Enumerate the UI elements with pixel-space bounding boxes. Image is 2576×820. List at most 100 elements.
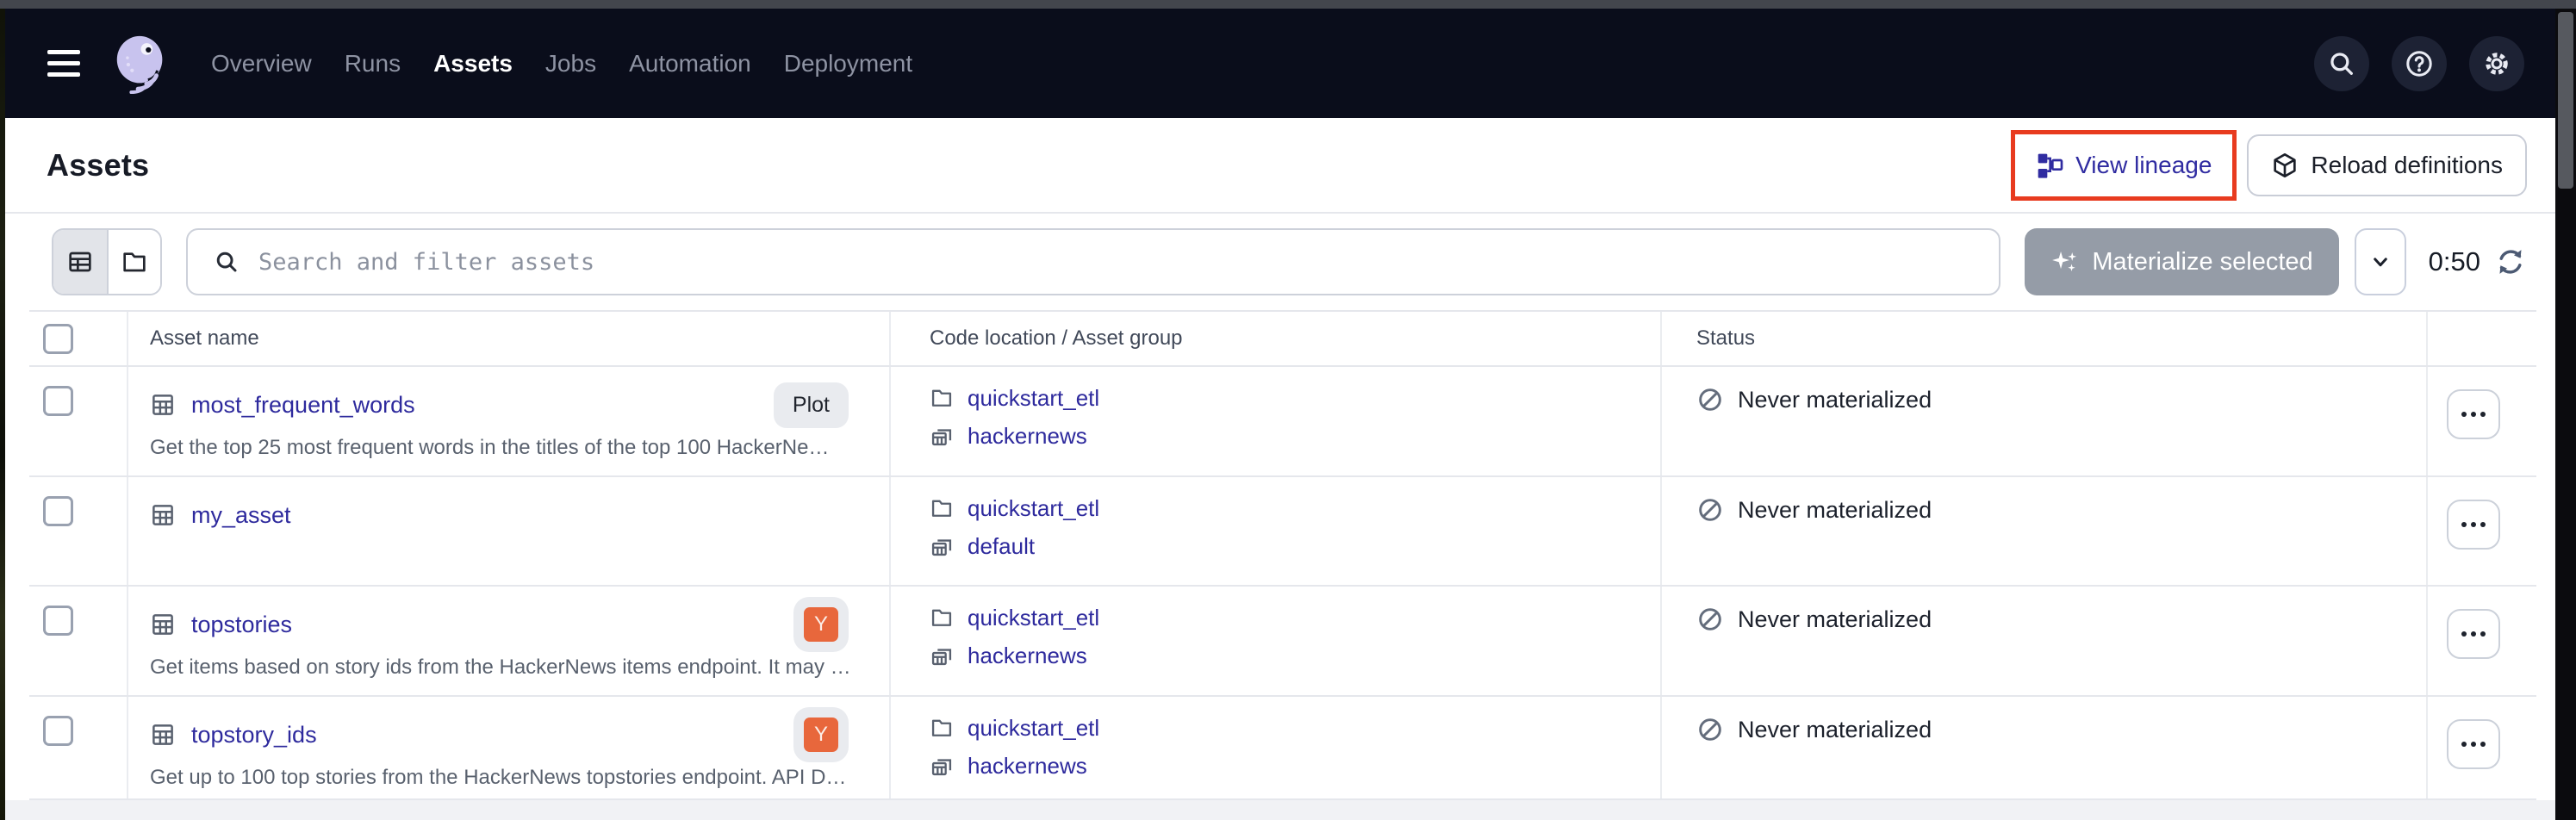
code-location-link[interactable]: quickstart_etl — [968, 605, 1099, 631]
page-scrollbar[interactable] — [2555, 9, 2576, 820]
assets-table: Asset name Code location / Asset group S… — [29, 310, 2536, 800]
desktop-edge-sliver — [0, 9, 5, 820]
materialize-selected-label: Materialize selected — [2092, 248, 2312, 276]
nav-item-runs[interactable]: Runs — [345, 50, 401, 78]
assets-toolbar: Materialize selected 0:50 — [0, 214, 2555, 310]
row-checkbox[interactable] — [43, 496, 73, 526]
navbar-actions — [2314, 36, 2524, 91]
row-menu-button[interactable] — [2447, 719, 2500, 769]
asset-table-icon — [150, 612, 176, 637]
asset-description: Get up to 100 top stories from the Hacke… — [150, 766, 889, 790]
column-header-code-location: Code location / Asset group — [891, 312, 1662, 365]
search-icon[interactable] — [2314, 36, 2369, 91]
table-row: my_asset quickstart_etl default — [29, 477, 2536, 587]
sparkle-icon — [2050, 248, 2080, 276]
row-checkbox[interactable] — [43, 386, 73, 416]
page-title: Assets — [47, 147, 149, 183]
asset-group-icon — [930, 643, 954, 668]
scrollbar-thumb[interactable] — [2558, 12, 2573, 189]
asset-name-link[interactable]: topstories — [191, 612, 292, 638]
nav-item-assets[interactable]: Assets — [433, 50, 513, 78]
folder-icon — [930, 496, 954, 520]
nav-item-automation[interactable]: Automation — [629, 50, 751, 78]
asset-group-link[interactable]: hackernews — [968, 643, 1087, 669]
hamburger-menu-icon[interactable] — [47, 50, 80, 77]
code-location-link[interactable]: quickstart_etl — [968, 385, 1099, 412]
asset-table-icon — [150, 502, 176, 528]
code-location-cube-icon — [2271, 152, 2299, 179]
asset-group-link[interactable]: hackernews — [968, 753, 1087, 780]
never-materialized-icon — [1696, 386, 1724, 413]
status-text: Never materialized — [1738, 606, 1932, 633]
page-header: Assets View lineage — [0, 118, 2555, 214]
asset-group-link[interactable]: hackernews — [968, 423, 1087, 450]
content-area: Assets View lineage — [0, 118, 2555, 820]
folder-icon — [930, 606, 954, 630]
status-text: Never materialized — [1738, 387, 1932, 413]
row-checkbox[interactable] — [43, 606, 73, 636]
folder-icon — [930, 386, 954, 410]
top-navbar: Overview Runs Assets Jobs Automation Dep… — [0, 9, 2555, 118]
asset-name-link[interactable]: topstory_ids — [191, 722, 317, 749]
folder-icon — [930, 716, 954, 740]
table-footer-strip — [0, 800, 2555, 820]
asset-table-icon — [150, 722, 176, 748]
code-location-link[interactable]: quickstart_etl — [968, 715, 1099, 742]
nav-item-overview[interactable]: Overview — [211, 50, 312, 78]
table-view-icon — [66, 248, 94, 276]
never-materialized-icon — [1696, 716, 1724, 743]
view-mode-toggle — [52, 228, 162, 295]
table-row: most_frequent_words Plot Get the top 25 … — [29, 367, 2536, 477]
asset-description: Get items based on story ids from the Ha… — [150, 655, 889, 680]
help-icon[interactable] — [2392, 36, 2447, 91]
table-row: topstories Y Get items based on story id… — [29, 587, 2536, 697]
asset-group-icon — [930, 754, 954, 778]
row-menu-button[interactable] — [2447, 389, 2500, 439]
compute-kind-badge: Plot — [774, 382, 849, 428]
status-text: Never materialized — [1738, 497, 1932, 524]
never-materialized-icon — [1696, 496, 1724, 524]
main-nav: Overview Runs Assets Jobs Automation Dep… — [211, 50, 912, 78]
row-checkbox[interactable] — [43, 716, 73, 746]
materialize-options-button[interactable] — [2355, 228, 2406, 295]
lineage-graph-icon — [2036, 152, 2063, 179]
view-lineage-label: View lineage — [2075, 152, 2212, 179]
status-text: Never materialized — [1738, 717, 1932, 743]
refresh-countdown: 0:50 — [2429, 246, 2480, 277]
select-all-checkbox[interactable] — [43, 324, 73, 354]
annotation-highlight: View lineage — [2011, 130, 2237, 201]
never-materialized-icon — [1696, 606, 1724, 633]
hackernews-kind-badge: Y — [793, 707, 849, 762]
dagster-assets-page: Overview Runs Assets Jobs Automation Dep… — [0, 0, 2576, 820]
column-header-asset-name: Asset name — [128, 312, 891, 365]
table-header-row: Asset name Code location / Asset group S… — [29, 310, 2536, 367]
gear-icon[interactable] — [2469, 36, 2524, 91]
chevron-down-icon — [2368, 249, 2393, 275]
folder-view-icon — [121, 248, 148, 276]
row-menu-button[interactable] — [2447, 500, 2500, 550]
asset-table-icon — [150, 392, 176, 418]
asset-group-icon — [930, 534, 954, 558]
materialize-selected-button[interactable]: Materialize selected — [2025, 228, 2338, 295]
nav-item-deployment[interactable]: Deployment — [784, 50, 912, 78]
folder-view-button[interactable] — [107, 230, 160, 294]
asset-name-link[interactable]: most_frequent_words — [191, 392, 415, 419]
asset-group-icon — [930, 424, 954, 448]
column-header-status: Status — [1662, 312, 2428, 365]
asset-name-link[interactable]: my_asset — [191, 502, 291, 529]
reload-definitions-label: Reload definitions — [2311, 152, 2503, 179]
table-row: topstory_ids Y Get up to 100 top stories… — [29, 697, 2536, 800]
table-view-button[interactable] — [53, 230, 107, 294]
hackernews-kind-badge: Y — [793, 597, 849, 652]
view-lineage-button[interactable]: View lineage — [2015, 134, 2232, 196]
reload-definitions-button[interactable]: Reload definitions — [2247, 134, 2527, 196]
dagster-logo[interactable] — [109, 32, 173, 96]
asset-group-link[interactable]: default — [968, 533, 1035, 560]
row-menu-button[interactable] — [2447, 609, 2500, 659]
search-field-icon — [214, 249, 240, 275]
code-location-link[interactable]: quickstart_etl — [968, 495, 1099, 522]
asset-description: Get the top 25 most frequent words in th… — [150, 436, 889, 460]
refresh-icon[interactable] — [2494, 245, 2527, 278]
nav-item-jobs[interactable]: Jobs — [545, 50, 596, 78]
search-input[interactable] — [186, 228, 2000, 295]
